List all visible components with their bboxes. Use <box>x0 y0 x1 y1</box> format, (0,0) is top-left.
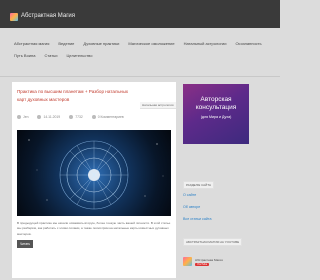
clock-icon <box>37 115 42 119</box>
post-meta: Jen 14.11.2019 7732 0 Комментариев <box>17 115 124 119</box>
post-card: Практика по высшим планетам + Разбор нат… <box>12 82 176 278</box>
nav-item[interactable]: Абстрактная магия <box>14 38 49 50</box>
main-navigation: Абстрактная магия Ведение Духовные практ… <box>14 38 266 62</box>
banner-line-2: консультация <box>195 104 237 111</box>
category-tag[interactable]: Натальная астрология <box>140 102 176 109</box>
comment-icon <box>91 115 96 119</box>
post-excerpt: В предыдущей практике мы начали осваиват… <box>17 221 171 236</box>
site-title[interactable]: Абстрактная Магия <box>21 13 75 19</box>
post-hero-image[interactable] <box>17 130 171 216</box>
zodiac-wheel-illustration <box>28 139 164 210</box>
nav-row-2: Путь Воина Статьи Целительство <box>14 50 266 62</box>
consultation-banner[interactable]: Авторская консультация (для Мира и Духа) <box>183 84 249 144</box>
meta-author[interactable]: Jen <box>17 115 28 119</box>
nav-row-1: Абстрактная магия Ведение Духовные практ… <box>14 38 266 50</box>
follow-text: Абстрактная Магия YouTube <box>195 258 223 266</box>
nav-item[interactable]: Магическое омоложение <box>128 38 174 50</box>
nav-item[interactable]: Натальный астрологии <box>184 38 227 50</box>
comment-count: 0 Комментариев <box>97 115 124 119</box>
channel-avatar[interactable] <box>183 257 192 266</box>
nav-divider <box>0 76 280 77</box>
top-bar: Абстрактная Магия <box>0 0 280 28</box>
banner-line-1: Авторская <box>200 96 232 103</box>
youtube-follow: Абстрактная Магия YouTube <box>183 257 223 266</box>
user-icon <box>17 115 21 119</box>
post-title[interactable]: Практика по высшим планетам + Разбор нат… <box>17 88 135 104</box>
meta-date: 14.11.2019 <box>37 115 60 119</box>
read-more-button[interactable]: Читать <box>17 240 34 248</box>
channel-name[interactable]: Абстрактная Магия <box>195 258 223 262</box>
sidebar-link-about-author[interactable]: Об авторе <box>183 205 200 209</box>
youtube-widget-title: АБСТРАКТНАЯ МАГИЯ НА YOUTUBE <box>183 238 243 246</box>
site-logo-icon[interactable] <box>10 13 18 21</box>
sidebar-link-all-articles[interactable]: Все статьи сайта <box>183 217 211 221</box>
sidebar-link-about-site[interactable]: О сайте <box>183 193 196 197</box>
youtube-subscribe-button[interactable]: YouTube <box>195 262 210 266</box>
view-count: 7732 <box>75 115 83 119</box>
nav-item[interactable]: Осознанность <box>235 38 261 50</box>
nav-item[interactable]: Духовные практики <box>83 38 119 50</box>
sections-widget-title: РАЗДЕЛЫ САЙТА <box>183 181 215 189</box>
eye-icon <box>69 115 74 119</box>
post-date: 14.11.2019 <box>43 115 61 119</box>
nav-item[interactable]: Целительство <box>66 50 92 62</box>
author-name: Jen <box>23 115 29 119</box>
nav-item[interactable]: Статьи <box>44 50 57 62</box>
nav-item[interactable]: Ведение <box>58 38 74 50</box>
meta-views: 7732 <box>69 115 83 119</box>
banner-line-3: (для Мира и Духа) <box>200 115 232 119</box>
nav-item[interactable]: Путь Воина <box>14 50 35 62</box>
meta-comments[interactable]: 0 Комментариев <box>91 115 124 119</box>
